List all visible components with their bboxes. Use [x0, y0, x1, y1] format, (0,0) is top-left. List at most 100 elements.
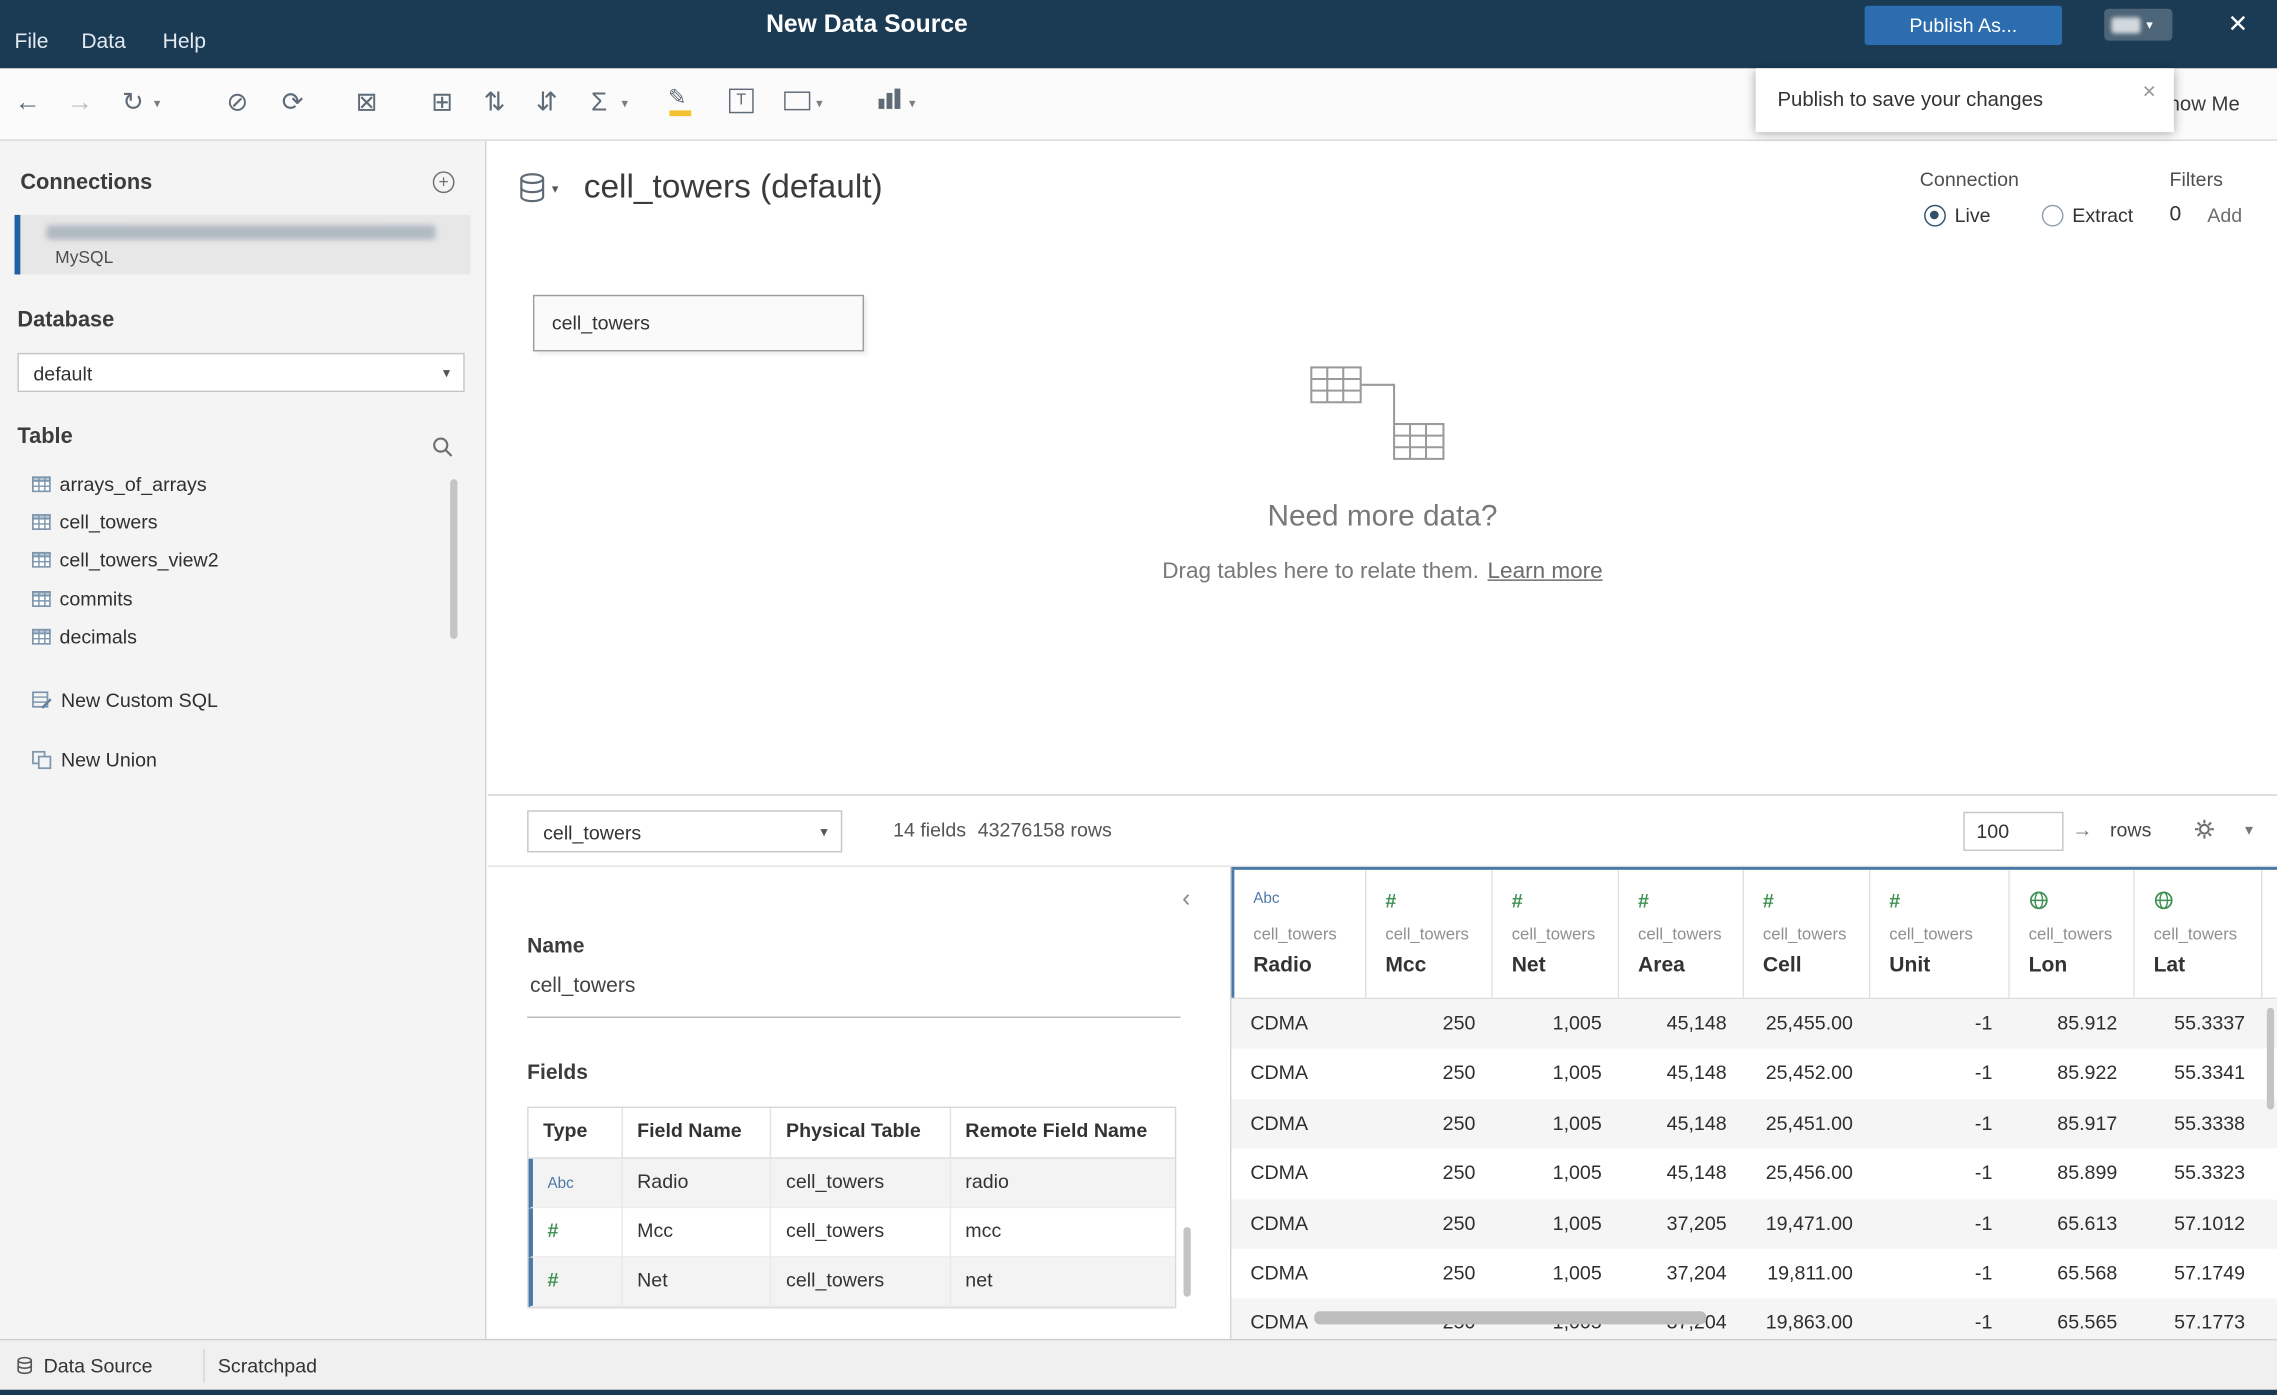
live-label[interactable]: Live [1955, 205, 1991, 227]
string-type-icon: Abc [1253, 890, 1280, 908]
grid-column-header[interactable]: # cell_towers Cell [1744, 869, 1871, 998]
physical-table-cell: cell_towers [772, 1208, 951, 1257]
collapse-panel-icon[interactable]: ‹ [1182, 884, 1190, 913]
field-row[interactable]: # Mcc cell_towers mcc [528, 1208, 1175, 1258]
totals-caret-icon[interactable]: ▾ [622, 96, 629, 112]
gear-icon[interactable] [2193, 818, 2216, 841]
grid-column-header[interactable]: # cell_towers Net [1492, 869, 1620, 998]
pen-icon: ✎ [667, 85, 687, 111]
datasource-icon[interactable] [516, 171, 549, 204]
grid-cell: 250 [1442, 1012, 1476, 1034]
grid-row[interactable]: CDMA 250 1,005 45,148 25,456.00 -1 85.899 55.33… [1231, 1148, 2277, 1199]
grid-column-header[interactable]: cell_towers Lon [2009, 869, 2135, 998]
live-radio[interactable] [1924, 204, 1946, 227]
new-custom-sql-button[interactable]: New Custom SQL [0, 681, 486, 719]
data-source-tab-icon [17, 1356, 33, 1375]
grid-column-table: cell_towers [2153, 926, 2238, 944]
table-list-item[interactable]: decimals [0, 617, 486, 655]
field-row[interactable]: Abc Radio cell_towers radio [528, 1158, 1175, 1209]
database-select-value: default [33, 363, 93, 385]
table-list-item[interactable]: commits [0, 579, 486, 617]
datasource-caret-icon[interactable]: ▾ [552, 182, 559, 198]
highlight-icon[interactable]: ✎ [668, 84, 697, 119]
grid-column-header[interactable]: # cell_towers Unit [1870, 869, 2010, 998]
apply-row-limit-icon[interactable]: → [2072, 818, 2092, 841]
grid-column-header[interactable]: # cell_towers Area [1619, 869, 1745, 998]
data-source-tab-label: Data Source [43, 1354, 153, 1377]
grid-cell: 37,205 [1666, 1211, 1727, 1234]
menu-help[interactable]: Help [163, 30, 206, 53]
table-list-item[interactable]: cell_towers [0, 503, 486, 541]
close-icon[interactable]: ✕ [2228, 10, 2249, 39]
table-list-item[interactable]: cell_towers_view2 [0, 541, 486, 579]
grid-row[interactable]: CDMA 250 1,005 45,148 25,452.00 -1 85.922 55.33… [1231, 1049, 2277, 1099]
top-bar: File Data Help New Data Source Publish A… [0, 0, 2277, 69]
totals-icon[interactable]: Σ [591, 86, 607, 118]
tooltip-close-icon[interactable]: ✕ [2142, 81, 2157, 101]
replay-icon[interactable]: ↻ [122, 86, 144, 118]
grid-column-header[interactable]: Abc cell_towers Radio [1231, 869, 1367, 998]
row-limit-input[interactable]: 100 [1963, 811, 2064, 851]
grid-cell: CDMA [1250, 1062, 1309, 1084]
logical-table-cell-towers[interactable]: cell_towers [532, 294, 865, 352]
text-label-icon[interactable]: T [728, 88, 754, 114]
fields-table: Type Field Name Physical Table Remote Fi… [527, 1106, 1177, 1309]
table-picker-select[interactable]: cell_towers ▾ [527, 810, 843, 853]
grid-horizontal-scrollbar[interactable] [1314, 1311, 1707, 1325]
cancel-update-icon[interactable]: ⊠ [356, 86, 378, 118]
sort-ascending-icon[interactable]: ⇅ [484, 86, 506, 118]
chart-caret-icon[interactable]: ▾ [909, 96, 916, 112]
redo-icon[interactable]: → [67, 86, 93, 118]
grid-cell: -1 [1974, 1311, 1993, 1334]
search-icon[interactable] [431, 436, 454, 459]
chart-type-icon[interactable] [877, 87, 902, 110]
publish-as-button[interactable]: Publish As... [1864, 5, 2063, 46]
extract-radio[interactable] [2041, 204, 2064, 227]
grid-cell: 37,204 [1666, 1261, 1727, 1284]
sidebar-scrollbar[interactable] [450, 479, 458, 639]
fit-view-icon[interactable] [784, 91, 811, 111]
undo-icon[interactable]: ← [15, 86, 41, 118]
table-list-item[interactable]: arrays_of_arrays [0, 465, 486, 503]
grid-vertical-scrollbar[interactable] [2266, 1007, 2275, 1110]
extract-label[interactable]: Extract [2072, 205, 2133, 227]
grid-row[interactable]: CDMA 250 1,005 37,205 19,471.00 -1 65.613 57.10… [1231, 1198, 2277, 1249]
replay-caret-icon[interactable]: ▾ [154, 96, 161, 112]
learn-more-link[interactable]: Learn more [1488, 559, 1603, 584]
table-icon [31, 513, 51, 530]
grid-column-header[interactable]: cell_towers Lat [2134, 869, 2263, 998]
grid-cell: 25,456.00 [1765, 1161, 1853, 1184]
fields-scrollbar[interactable] [1183, 1227, 1191, 1297]
grid-row[interactable]: CDMA 250 1,005 45,148 25,451.00 -1 85.917 55.33… [1231, 1098, 2277, 1149]
fit-caret-icon[interactable]: ▾ [816, 96, 823, 112]
menu-file[interactable]: File [15, 30, 49, 53]
grid-options-caret-icon[interactable]: ▾ [2245, 820, 2253, 839]
metadata-panel: ‹ Name cell_towers Fields Type Field Nam… [487, 866, 1232, 1339]
tab-data-source[interactable]: Data Source [16, 1340, 153, 1391]
grid-summary: 14 fields 43276158 rows [893, 819, 1123, 841]
name-value[interactable]: cell_towers [530, 974, 635, 997]
sort-descending-icon[interactable]: ⇵ [536, 86, 558, 118]
add-connection-icon[interactable]: + [432, 171, 455, 194]
add-filter-button[interactable]: Add [2207, 205, 2242, 227]
pause-auto-updates-icon[interactable]: ⊘ [227, 86, 249, 118]
logical-table-label: cell_towers [551, 312, 650, 334]
field-row[interactable]: # Net cell_towers net [528, 1257, 1175, 1307]
new-union-button[interactable]: New Union [0, 741, 486, 779]
database-select[interactable]: default ▾ [17, 352, 465, 393]
filters-label: Filters [2169, 168, 2223, 191]
grid-row[interactable]: CDMA 250 1,005 37,204 19,811.00 -1 65.568 57.17… [1231, 1248, 2277, 1299]
grid-row[interactable]: CDMA 250 1,005 45,148 25,455.00 -1 85.912 55.33… [1231, 999, 2277, 1050]
user-menu[interactable]: ▾ [2104, 8, 2173, 41]
grid-column-header[interactable]: # cell_towers Mcc [1366, 869, 1493, 998]
run-auto-update-icon[interactable]: ⟳ [282, 86, 304, 118]
field-name-cell: Net [623, 1257, 772, 1306]
grid-column-name: Net [1511, 954, 1546, 978]
menu-data[interactable]: Data [81, 30, 125, 53]
add-calculated-field-icon[interactable]: ⊞ [431, 86, 453, 118]
connections-header: Connections [20, 169, 153, 195]
field-type-cell: Abc [533, 1158, 623, 1207]
connection-item[interactable]: MySQL [14, 214, 471, 275]
tab-scratchpad[interactable]: Scratchpad [218, 1340, 317, 1391]
user-avatar [2111, 16, 2141, 33]
